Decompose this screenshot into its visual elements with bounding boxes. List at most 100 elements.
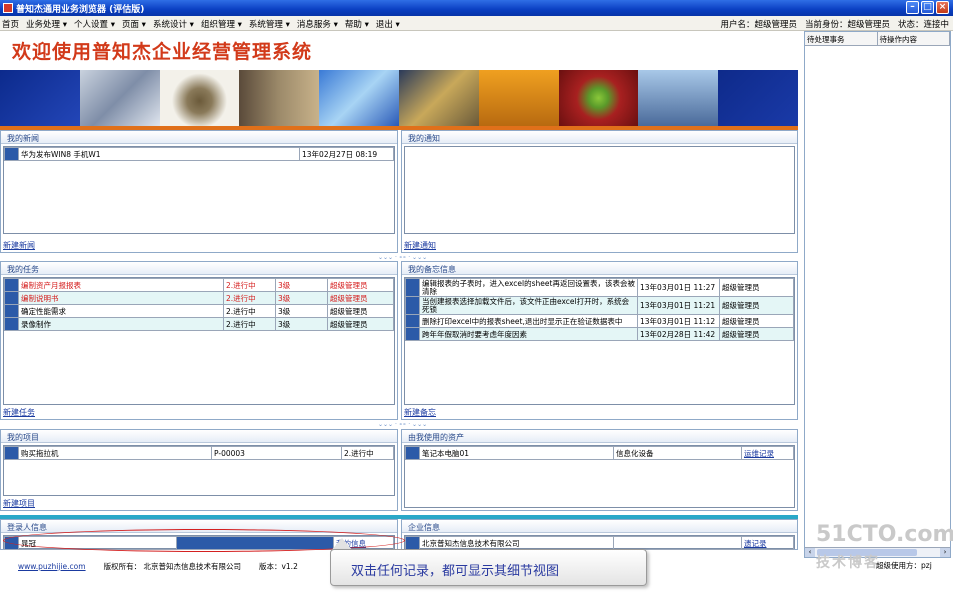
memo-panel-title: 我的备忘信息 (408, 265, 456, 274)
task-status: 2.进行中 (223, 278, 276, 292)
notice-panel: 我的通知 新建通知 (401, 130, 798, 253)
task-level: 3级 (275, 291, 328, 305)
tasks-panel-header: 我的任务 (1, 262, 397, 275)
admin-user-label: 超级使用方：pzj (876, 561, 932, 570)
footer-version: 版本：v1.2 (258, 561, 298, 571)
company-info-table: 北京普知杰信息技术有限公司 遗记录 (405, 536, 794, 550)
table-row[interactable]: 编制资产月报报表 2.进行中 3级 超级管理员 (4, 278, 394, 292)
row-marker (4, 147, 19, 161)
watermark-sub: 技术博客 (816, 555, 880, 571)
task-level: 3级 (275, 304, 328, 318)
news-panel-title: 我的新闻 (7, 134, 39, 143)
task-name: 录像制作 (18, 317, 224, 331)
panel-divider: ⌄⌄⌄ · ∘∘ · ⌄⌄⌄ (378, 254, 428, 261)
memo-date: 13年03月01日 11:21 (637, 296, 720, 315)
table-row[interactable]: 录像制作 2.进行中 3级 超级管理员 (4, 317, 394, 331)
table-row[interactable]: 确定性能需求 2.进行中 3级 超级管理员 (4, 304, 394, 318)
company-extra (613, 536, 742, 550)
banner-image (319, 70, 399, 126)
company-info-header: 企业信息 (402, 520, 797, 533)
banner-image (478, 70, 559, 126)
tasks-panel-title: 我的任务 (7, 265, 39, 274)
table-row[interactable]: 当创建报表选择加载文件后，该文件正由excel打开时，系统会死锁 13年03月0… (405, 296, 794, 315)
banner-title: 欢迎使用普知杰企业经营管理系统 (12, 41, 313, 63)
menu-help[interactable]: 帮助 ▾ (345, 18, 369, 30)
menu-home[interactable]: 首页 (2, 18, 19, 30)
banner-image-strip (0, 70, 798, 126)
memo-date: 13年02月28日 11:42 (637, 327, 720, 341)
news-date: 13年02月27日 08:19 (299, 147, 394, 161)
table-row[interactable]: 北京普知杰信息技术有限公司 遗记录 (405, 536, 794, 550)
banner-image (0, 70, 80, 126)
table-row[interactable]: 编制说明书 2.进行中 3级 超级管理员 (4, 291, 394, 305)
new-project-link[interactable]: 新建项目 (3, 498, 35, 509)
menu-org[interactable]: 组织管理 ▾ (201, 18, 242, 30)
menu-page[interactable]: 页面 ▾ (122, 18, 146, 30)
notice-panel-title: 我的通知 (408, 134, 440, 143)
tasks-table: 编制资产月报报表 2.进行中 3级 超级管理员 编制说明书 2.进行中 3级 超… (4, 278, 394, 331)
project-name: 购买拖拉机 (18, 446, 212, 460)
task-owner: 超级管理员 (327, 278, 394, 292)
memo-owner: 超级管理员 (719, 296, 794, 315)
menubar: 首页 业务处理 ▾ 个人设置 ▾ 页面 ▾ 系统设计 ▾ 组织管理 ▾ 系统管理… (0, 16, 953, 31)
asset-maintenance-link[interactable]: 运维记录 (741, 446, 794, 460)
table-row[interactable]: 华为发布WIN8 手机W1 13年02月27日 08:19 (4, 147, 394, 161)
assets-panel-title: 由我使用的资产 (408, 433, 464, 442)
watermark-main: 51CTO.com (816, 522, 953, 547)
menu-message[interactable]: 消息服务 ▾ (297, 18, 338, 30)
projects-table: 购买拖拉机 P-00003 2.进行中 (4, 446, 394, 460)
new-news-link[interactable]: 新建新闻 (3, 240, 35, 251)
assets-table: 笔记本电脑01 信息化设备 运维记录 (405, 446, 794, 460)
task-name: 编制资产月报报表 (18, 278, 224, 292)
task-status: 2.进行中 (223, 317, 276, 331)
memo-list: 编辑报表的子表时，进入excel的sheet再返回设置表，该表会被清除 13年0… (404, 277, 795, 405)
column-pending-content[interactable]: 待操作内容 (878, 32, 950, 45)
assets-panel: 由我使用的资产 笔记本电脑01 信息化设备 运维记录 (401, 429, 798, 511)
banner-image (398, 70, 479, 126)
project-code: P-00003 (211, 446, 342, 460)
row-marker (405, 314, 420, 328)
company-info-title: 企业信息 (408, 523, 440, 532)
new-task-link[interactable]: 新建任务 (3, 407, 35, 418)
panel-divider: ⌄⌄⌄ · ∘∘ · ⌄⌄⌄ (378, 421, 428, 428)
app-icon (3, 3, 13, 13)
row-marker (405, 446, 420, 460)
new-notice-link[interactable]: 新建通知 (404, 240, 436, 251)
banner-image (79, 70, 160, 126)
footer-url[interactable]: www.puzhijie.com (18, 562, 86, 571)
project-status: 2.进行中 (341, 446, 394, 460)
new-memo-link[interactable]: 新建备忘 (404, 407, 436, 418)
table-row[interactable]: 购买拖拉机 P-00003 2.进行中 (4, 446, 394, 460)
memo-owner: 超级管理员 (719, 314, 794, 328)
banner-image (638, 70, 719, 126)
minimize-button[interactable]: – (906, 1, 919, 14)
table-row[interactable]: 笔记本电脑01 信息化设备 运维记录 (405, 446, 794, 460)
window-title: 普知杰通用业务浏览器 (评估版) (16, 5, 145, 15)
tasks-panel: 我的任务 编制资产月报报表 2.进行中 3级 超级管理员 编制说明书 2.进行中… (0, 261, 398, 420)
menu-business[interactable]: 业务处理 ▾ (26, 18, 67, 30)
scroll-right-icon[interactable]: › (940, 548, 950, 557)
memo-table: 编辑报表的子表时，进入excel的sheet再返回设置表，该表会被清除 13年0… (405, 278, 794, 341)
row-marker (4, 446, 19, 460)
menu-system-admin[interactable]: 系统管理 ▾ (249, 18, 290, 30)
menu-exit[interactable]: 退出 ▾ (376, 18, 400, 30)
table-row[interactable]: 删除打印excel中的报表sheet,退出时显示正在验证数据表中 13年03月0… (405, 314, 794, 328)
memo-panel: 我的备忘信息 编辑报表的子表时，进入excel的sheet再返回设置表，该表会被… (401, 261, 798, 420)
asset-category: 信息化设备 (613, 446, 742, 460)
callout-text: 双击任何记录，都可显示其细节视图 (351, 564, 560, 579)
table-row[interactable]: 编辑报表的子表时，进入excel的sheet再返回设置表，该表会被清除 13年0… (405, 278, 794, 297)
login-info-title: 登录人信息 (7, 523, 47, 532)
table-row[interactable]: 跨年年假取消时要考虑年度因素 13年02月28日 11:42 超级管理员 (405, 327, 794, 341)
column-pending-affairs[interactable]: 待处理事务 (805, 32, 878, 45)
task-owner: 超级管理员 (327, 317, 394, 331)
company-record-link[interactable]: 遗记录 (741, 536, 794, 550)
menu-personal[interactable]: 个人设置 ▾ (74, 18, 115, 30)
task-owner: 超级管理员 (327, 291, 394, 305)
row-marker (4, 291, 19, 305)
banner-image (159, 70, 240, 126)
menu-system-design[interactable]: 系统设计 ▾ (153, 18, 194, 30)
scroll-left-icon[interactable]: ‹ (805, 548, 815, 557)
maximize-button[interactable]: □ (921, 1, 934, 14)
banner-image (558, 70, 639, 126)
close-button[interactable]: × (936, 1, 949, 14)
